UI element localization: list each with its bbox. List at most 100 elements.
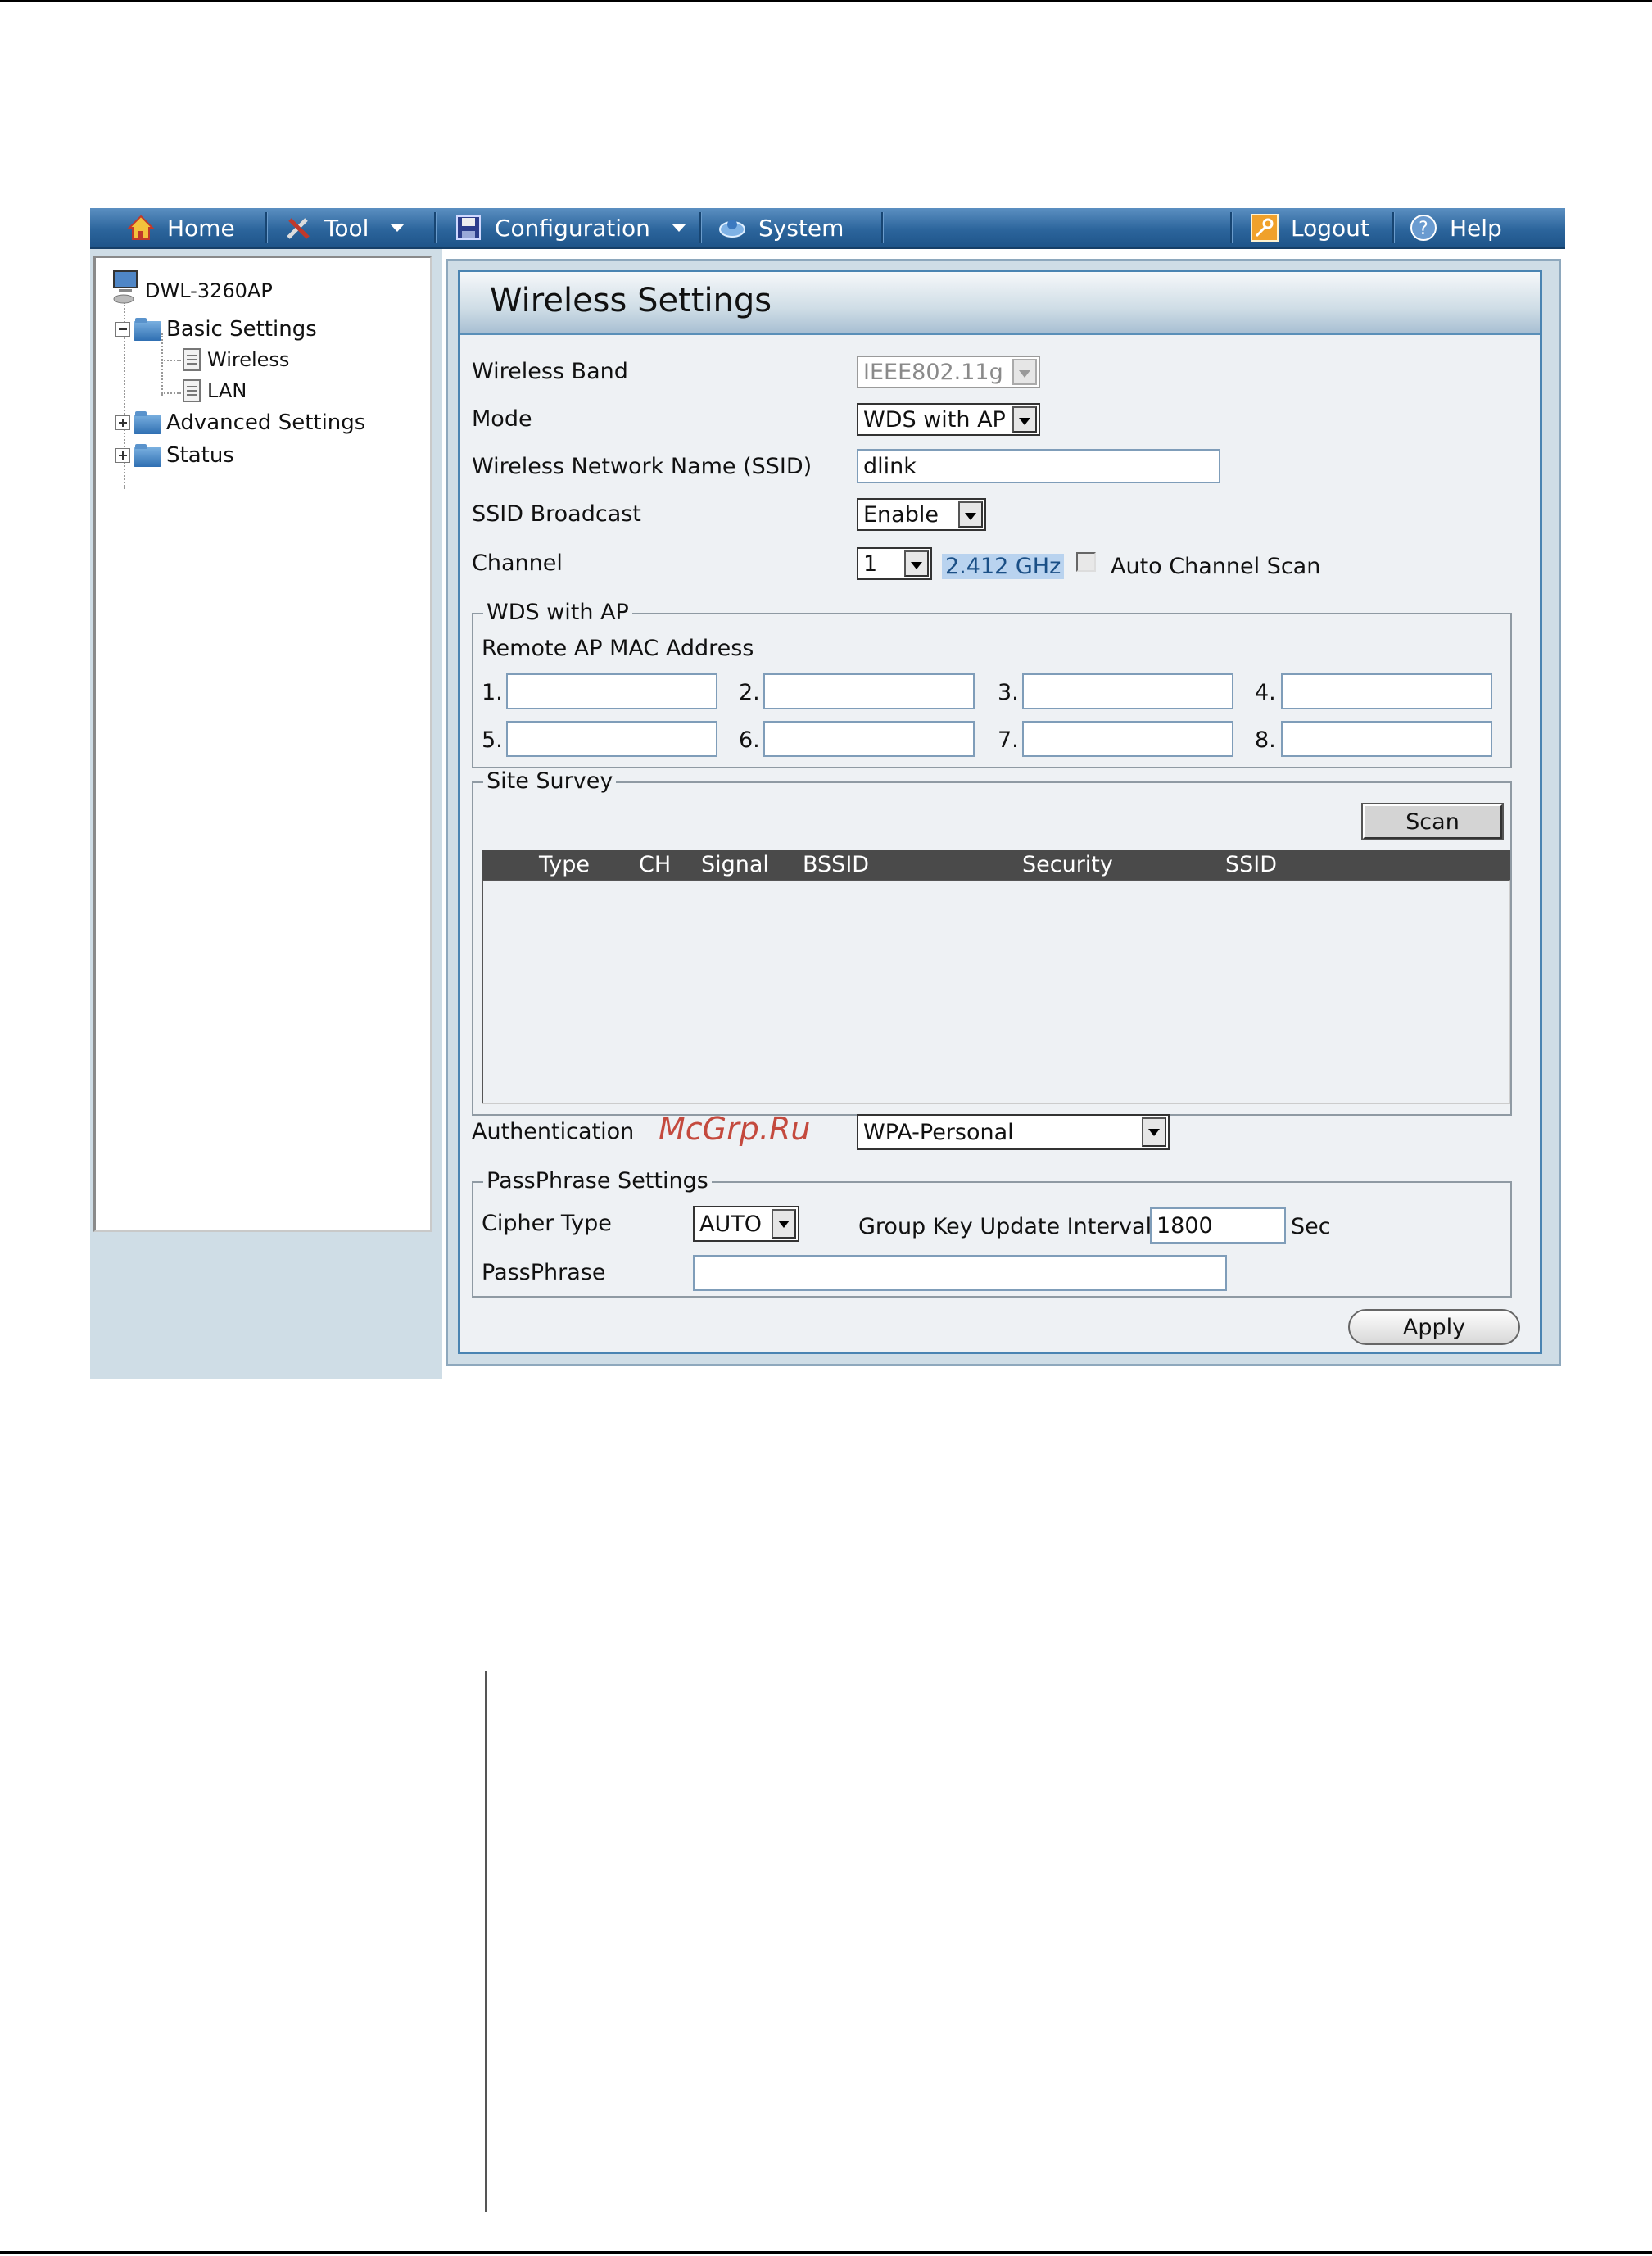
authentication-label: Authentication	[472, 1119, 635, 1144]
channel-value: 1	[863, 550, 878, 577]
tree-item-lan-label: LAN	[207, 379, 247, 402]
tools-icon	[283, 213, 313, 242]
nav-divider	[1392, 212, 1395, 243]
apply-button[interactable]: Apply	[1348, 1309, 1520, 1345]
mac-address-input-2[interactable]	[763, 673, 975, 709]
mac-address-input-6[interactable]	[763, 721, 975, 757]
top-rule	[0, 0, 1652, 2]
remote-ap-mac-label: Remote AP MAC Address	[482, 636, 754, 661]
nav-divider	[265, 212, 268, 243]
auto-channel-scan-checkbox[interactable]	[1076, 552, 1096, 572]
tree-item-status-label: Status	[166, 443, 234, 468]
nav-home-label: Home	[167, 214, 235, 242]
system-icon	[717, 213, 747, 242]
mac-address-input-4[interactable]	[1281, 673, 1492, 709]
column-header-ch[interactable]: CH	[639, 852, 671, 877]
nav-configuration-label: Configuration	[495, 214, 650, 242]
mac-address-input-5[interactable]	[506, 721, 717, 757]
computer-icon	[112, 270, 140, 311]
floppy-disk-icon	[454, 213, 483, 242]
tree-line	[161, 392, 181, 394]
mac-slot-label: 1.	[482, 680, 503, 705]
scan-button[interactable]: Scan	[1361, 803, 1504, 840]
cipher-type-value: AUTO	[699, 1211, 762, 1237]
column-header-bssid[interactable]: BSSID	[803, 852, 869, 877]
nav-divider	[1230, 212, 1233, 243]
content-frame: Wireless Settings Wireless Band IEEE802.…	[446, 259, 1561, 1366]
sidebar: DWL-3260AP Basic Settings Wireless LAN A…	[90, 249, 442, 1379]
tree-item-wireless[interactable]: Wireless	[183, 348, 289, 371]
tree-item-advanced-settings[interactable]: Advanced Settings	[115, 410, 365, 435]
cipher-type-select[interactable]: AUTO	[693, 1206, 799, 1242]
page-title: Wireless Settings	[490, 282, 772, 319]
ssid-broadcast-value: Enable	[863, 501, 939, 528]
column-header-security[interactable]: Security	[1022, 852, 1113, 877]
mode-label: Mode	[472, 406, 532, 432]
site-survey-table-header: Type CH Signal BSSID Security SSID	[482, 850, 1510, 880]
tree-item-basic-settings[interactable]: Basic Settings	[115, 317, 317, 342]
nav-help[interactable]: ? Help	[1409, 208, 1502, 247]
column-header-signal[interactable]: Signal	[701, 852, 769, 877]
tree-line	[161, 360, 181, 361]
wireless-band-label: Wireless Band	[472, 359, 628, 384]
nav-system[interactable]: System	[717, 208, 844, 247]
chevron-down-icon	[1142, 1117, 1166, 1147]
document-icon	[183, 348, 201, 371]
passphrase-input[interactable]	[693, 1255, 1227, 1291]
folder-icon	[134, 411, 163, 434]
channel-label: Channel	[472, 550, 563, 576]
watermark-text: McGrp.Ru	[659, 1111, 811, 1147]
wds-fieldset: WDS with AP Remote AP MAC Address 1. 2. …	[472, 600, 1512, 768]
nav-tool-label: Tool	[324, 214, 369, 242]
site-survey-list[interactable]	[482, 880, 1510, 1104]
folder-icon	[134, 444, 163, 467]
help-icon: ?	[1409, 213, 1438, 242]
wireless-band-select[interactable]: IEEE802.11g	[857, 356, 1040, 388]
nav-system-label: System	[758, 214, 844, 242]
expand-icon[interactable]	[115, 415, 130, 430]
expand-icon[interactable]	[115, 448, 130, 463]
tree-line	[161, 333, 163, 396]
mac-slot-label: 4.	[1255, 680, 1276, 705]
site-survey-fieldset: Site Survey Scan Type CH Signal BSSID Se…	[472, 768, 1512, 1116]
nav-help-label: Help	[1450, 214, 1502, 242]
chevron-down-icon	[671, 224, 686, 232]
ssid-input[interactable]	[857, 449, 1220, 483]
mac-slot-label: 6.	[739, 727, 760, 753]
nav-logout[interactable]: Logout	[1250, 208, 1369, 247]
column-header-type[interactable]: Type	[539, 852, 590, 877]
passphrase-fieldset: PassPhrase Settings Cipher Type AUTO Gro…	[472, 1168, 1512, 1298]
channel-select[interactable]: 1	[857, 547, 932, 580]
tree-item-status[interactable]: Status	[115, 443, 234, 468]
tree-item-device-label: DWL-3260AP	[145, 279, 273, 302]
mode-select[interactable]: WDS with AP	[857, 403, 1040, 436]
chevron-down-icon	[390, 224, 405, 232]
home-icon	[126, 213, 156, 242]
site-survey-legend: Site Survey	[483, 768, 617, 794]
nav-logout-label: Logout	[1291, 214, 1369, 242]
mac-slot-label: 8.	[1255, 727, 1276, 753]
chevron-down-icon	[904, 550, 929, 577]
column-header-ssid[interactable]: SSID	[1225, 852, 1277, 877]
cipher-type-label: Cipher Type	[482, 1211, 612, 1236]
folder-icon	[134, 318, 163, 341]
nav-home[interactable]: Home	[126, 208, 235, 247]
mac-slot-label: 3.	[998, 680, 1019, 705]
authentication-select[interactable]: WPA-Personal	[857, 1114, 1170, 1150]
mac-address-input-8[interactable]	[1281, 721, 1492, 757]
mac-address-input-3[interactable]	[1022, 673, 1233, 709]
page-divider-line	[485, 1671, 487, 2212]
passphrase-legend: PassPhrase Settings	[483, 1168, 712, 1194]
collapse-icon[interactable]	[115, 322, 130, 337]
tree-item-device[interactable]: DWL-3260AP	[112, 270, 273, 311]
group-key-interval-input[interactable]	[1150, 1207, 1286, 1244]
tree-item-lan[interactable]: LAN	[183, 379, 247, 402]
nav-tool[interactable]: Tool	[283, 208, 405, 247]
ssid-broadcast-select[interactable]: Enable	[857, 498, 986, 531]
passphrase-label: PassPhrase	[482, 1260, 606, 1285]
mac-address-input-7[interactable]	[1022, 721, 1233, 757]
tree-item-advanced-settings-label: Advanced Settings	[166, 410, 366, 435]
group-key-interval-label: Group Key Update Interval	[858, 1214, 1152, 1239]
nav-configuration[interactable]: Configuration	[454, 208, 686, 247]
mac-address-input-1[interactable]	[506, 673, 717, 709]
